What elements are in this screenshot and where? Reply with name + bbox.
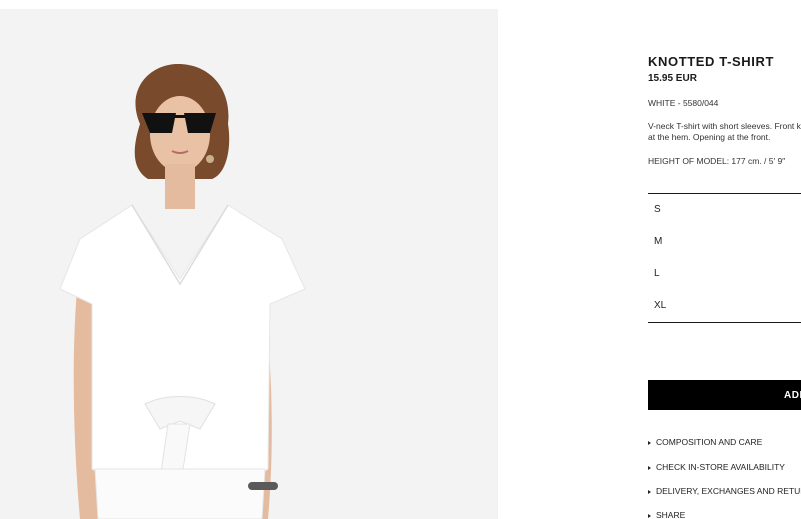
size-option-s[interactable]: S (654, 204, 661, 215)
caret-right-icon (648, 465, 651, 470)
caret-right-icon (648, 489, 651, 494)
product-photo[interactable] (0, 9, 498, 519)
product-info-panel: KNOTTED T-SHIRT 15.95 EUR WHITE - 5580/0… (648, 0, 801, 519)
model-illustration (0, 9, 498, 519)
size-option-l[interactable]: L (654, 268, 660, 279)
size-selector: S M L XL (648, 193, 801, 323)
product-price: 15.95 EUR (648, 73, 697, 84)
caret-right-icon (648, 440, 651, 445)
composition-care-link[interactable]: COMPOSITION AND CARE (648, 437, 762, 447)
size-option-xl[interactable]: XL (654, 300, 666, 311)
product-description: V-neck T-shirt with short sleeves. Front… (648, 121, 801, 142)
product-title: KNOTTED T-SHIRT (648, 54, 774, 69)
add-button-label: ADD (784, 390, 801, 401)
share-link[interactable]: SHARE (648, 510, 685, 519)
color-reference: WHITE - 5580/044 (648, 98, 719, 108)
add-to-cart-button[interactable]: ADD (648, 380, 801, 410)
delivery-returns-link[interactable]: DELIVERY, EXCHANGES AND RETURNS (648, 486, 801, 496)
caret-right-icon (648, 513, 651, 518)
store-availability-link[interactable]: CHECK IN-STORE AVAILABILITY (648, 462, 785, 472)
model-height: HEIGHT OF MODEL: 177 cm. / 5′ 9″ (648, 156, 786, 166)
size-option-m[interactable]: M (654, 236, 662, 247)
